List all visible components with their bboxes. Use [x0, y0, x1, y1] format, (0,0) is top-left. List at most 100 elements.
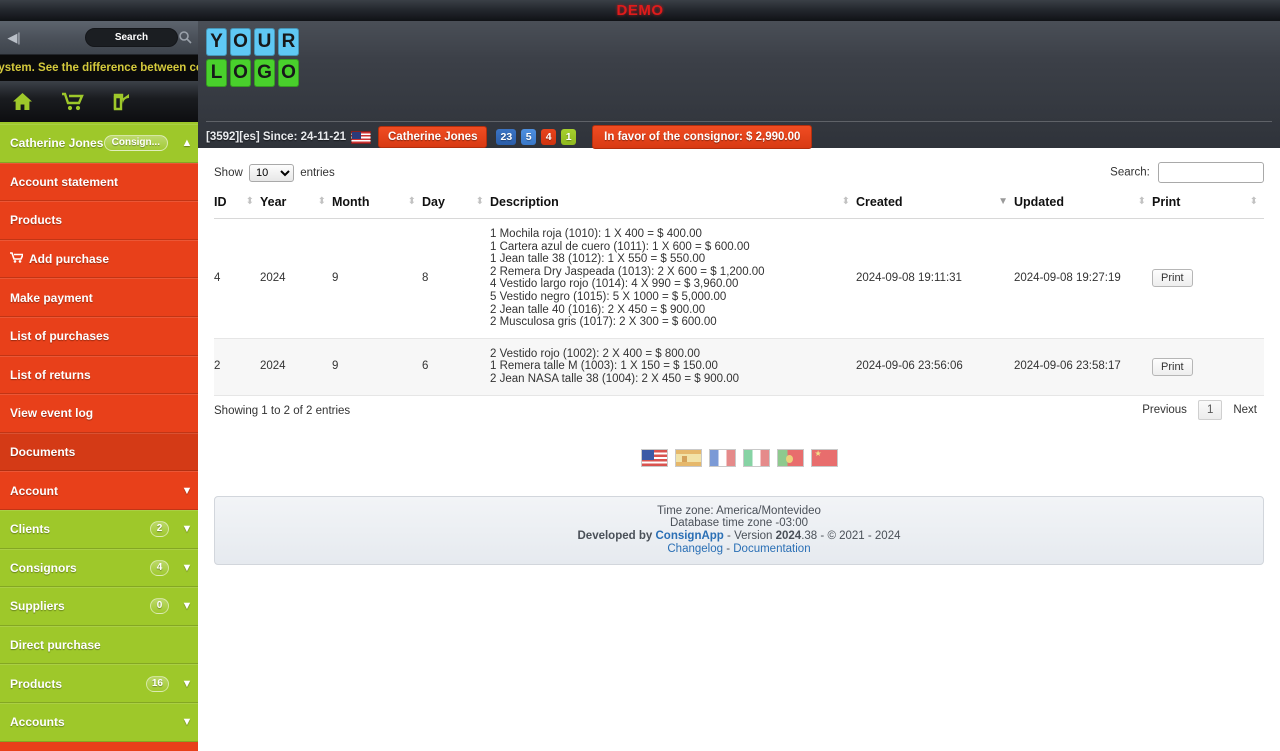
print-button[interactable]: Print: [1152, 269, 1193, 288]
cn-flag-icon[interactable]: [810, 448, 838, 467]
logo-tile: O: [230, 59, 251, 87]
description-line: 5 Vestido negro (1015): 5 X 1000 = $ 5,0…: [490, 290, 727, 303]
cell-day: 6: [422, 338, 490, 396]
fr-flag-icon[interactable]: [708, 448, 736, 467]
sidebar-search-input[interactable]: [85, 28, 178, 47]
es-flag-icon[interactable]: [674, 448, 702, 467]
sidebar-item-label: List of returns: [10, 367, 91, 382]
footer-changelog-link[interactable]: Changelog: [667, 543, 723, 555]
footer-version-minor: .38: [801, 529, 818, 542]
column-header-created[interactable]: Created ▼: [856, 186, 1014, 219]
cell-month: 9: [332, 218, 422, 339]
sidebar-item-make-payment[interactable]: Make payment: [0, 278, 198, 317]
sidebar-item-suppliers[interactable]: Suppliers 0 ▼: [0, 587, 198, 626]
sidebar-user-row[interactable]: Catherine Jones Consign... ▲: [0, 124, 198, 163]
column-header-id[interactable]: ID ⬍: [214, 186, 260, 219]
column-header-month[interactable]: Month ⬍: [332, 186, 422, 219]
column-header-print[interactable]: Print ⬍: [1152, 186, 1264, 219]
home-icon[interactable]: [12, 92, 33, 111]
chevron-down-icon[interactable]: ▼: [176, 562, 198, 574]
footer-documentation-link[interactable]: Documentation: [733, 543, 810, 555]
share-icon[interactable]: [113, 92, 134, 111]
chevron-down-icon[interactable]: ▼: [176, 485, 198, 497]
sidebar-item-products[interactable]: Products 16 ▼: [0, 664, 198, 703]
column-header-description[interactable]: Description ⬍: [490, 186, 856, 219]
chevron-down-icon[interactable]: ▼: [176, 600, 198, 612]
logo-row-bottom: L O G O: [206, 59, 299, 87]
search-icon[interactable]: [178, 30, 192, 44]
sidebar-item-badge: 4: [150, 559, 169, 576]
collapse-panel-icon[interactable]: ◀|: [6, 30, 22, 46]
us-flag-icon[interactable]: [351, 130, 371, 144]
table-body: 4 2024 9 8 1 Mochila roja (1010): 1 X 400 = …: [214, 218, 1264, 396]
footer-developed-by: Developed by: [577, 529, 653, 542]
sidebar-item-label: Suppliers: [10, 599, 65, 614]
table-search-control: Search:: [1110, 162, 1264, 183]
status-badge[interactable]: 23: [496, 129, 517, 145]
sidebar-item-label: Clients: [10, 522, 51, 537]
sidebar-item-products[interactable]: Products: [0, 201, 198, 240]
page-length-select[interactable]: 102550100: [248, 164, 294, 182]
sidebar-search-bar: ◀|: [0, 21, 198, 55]
sidebar-item-add-purchase[interactable]: Add purchase: [0, 239, 198, 279]
status-badge[interactable]: 5: [521, 129, 537, 145]
sidebar-item-list-of-returns[interactable]: List of returns: [0, 355, 198, 395]
sidebar-item-documents[interactable]: Documents: [0, 432, 198, 472]
sidebar-item-account[interactable]: Account ▼: [0, 471, 198, 510]
description-line: 2 Remera Dry Jaspeada (1013): 2 X 600 = …: [490, 265, 765, 278]
cell-updated: 2024-09-08 19:27:19: [1014, 218, 1152, 339]
consignor-name-button[interactable]: Catherine Jones: [378, 126, 488, 148]
page-length-control: Show 102550100 entries: [214, 164, 335, 182]
cell-month: 9: [332, 338, 422, 396]
pagination-page-1[interactable]: 1: [1197, 399, 1223, 420]
footer-copyright: - © 2021 - 2024: [817, 529, 901, 542]
description-line: 1 Jean talle 38 (1012): 1 X 550 = $ 550.…: [490, 253, 706, 266]
sidebar-quick-icons: [0, 81, 198, 124]
table-search-input[interactable]: [1158, 162, 1264, 183]
print-button[interactable]: Print: [1152, 357, 1193, 376]
chevron-up-icon[interactable]: ▲: [176, 137, 198, 149]
status-badge[interactable]: 4: [541, 129, 557, 145]
sort-icon: ⬍: [407, 196, 416, 207]
sidebar-item-badge: 2: [150, 521, 169, 538]
pt-flag-icon[interactable]: [776, 448, 804, 467]
sidebar-item-clients[interactable]: Clients 2 ▼: [0, 509, 198, 549]
sidebar-item-account-statement[interactable]: Account statement: [0, 162, 198, 202]
brand-logo[interactable]: Y O U R L O G O: [206, 28, 299, 90]
description-line: 1 Cartera azul de cuero (1011): 1 X 600 …: [490, 240, 750, 253]
sidebar-item-label: Make payment: [10, 290, 93, 305]
balance-in-favor-button[interactable]: In favor of the consignor: $ 2,990.00: [592, 125, 813, 149]
cell-updated: 2024-09-06 23:58:17: [1014, 338, 1152, 396]
pagination-next[interactable]: Next: [1226, 401, 1264, 419]
footer-db-timezone: Database time zone -03:00: [669, 517, 809, 530]
table-row[interactable]: 4 2024 9 8 1 Mochila roja (1010): 1 X 400 = …: [214, 218, 1264, 339]
pagination-previous[interactable]: Previous: [1135, 401, 1194, 419]
sidebar-item-accounts[interactable]: Accounts ▼: [0, 702, 198, 742]
chevron-down-icon[interactable]: ▼: [176, 716, 198, 728]
it-flag-icon[interactable]: [742, 448, 770, 467]
sidebar-item-label: Products: [10, 213, 63, 228]
table-row[interactable]: 2 2024 9 6 2 Vestido rojo (1002): 2 X 400 = …: [214, 338, 1264, 396]
cell-id: 2: [214, 338, 260, 396]
description-line: 4 Vestido largo rojo (1014): 4 X 990 = $…: [490, 278, 739, 291]
shopping-cart-icon[interactable]: [62, 92, 84, 111]
chevron-down-icon[interactable]: ▼: [176, 523, 198, 535]
chevron-down-icon[interactable]: ▼: [176, 678, 198, 690]
entries-label: entries: [300, 167, 335, 179]
column-header-year[interactable]: Year ⬍: [260, 186, 332, 219]
description-line: 2 Musculosa gris (1017): 2 X 300 = $ 600…: [490, 316, 717, 329]
cell-print: Print: [1152, 218, 1264, 339]
sidebar-item-direct-purchase[interactable]: Direct purchase: [0, 625, 198, 665]
main-area: Y O U R L O G O [3592][es] Since: 24-11-…: [198, 21, 1280, 751]
cell-print: Print: [1152, 338, 1264, 396]
sidebar-item-list-of-purchases[interactable]: List of purchases: [0, 316, 198, 356]
description-line: 2 Jean talle 40 (1016): 2 X 450 = $ 900.…: [490, 303, 706, 316]
column-header-updated[interactable]: Updated ⬍: [1014, 186, 1152, 219]
footer-app-link[interactable]: ConsignApp: [655, 530, 723, 542]
us-flag-icon[interactable]: [640, 448, 668, 467]
marquee-text: system. See the difference between consi…: [0, 62, 198, 74]
status-badge[interactable]: 1: [561, 129, 577, 145]
sidebar-item-consignors[interactable]: Consignors 4 ▼: [0, 548, 198, 588]
column-header-day[interactable]: Day ⬍: [422, 186, 490, 219]
sidebar-item-view-event-log[interactable]: View event log: [0, 394, 198, 433]
